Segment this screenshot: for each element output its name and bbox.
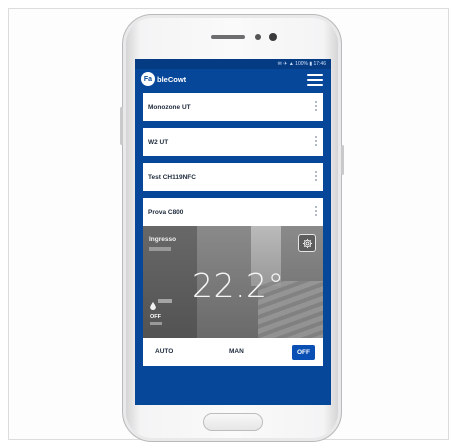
proximity-sensor: [255, 34, 261, 40]
mode-man-button[interactable]: MAN: [229, 348, 244, 355]
device-list: Monozone UT W2 UT Test CH119NFC: [135, 91, 331, 191]
kebab-menu-icon[interactable]: [315, 206, 317, 216]
power-button: [341, 145, 344, 175]
home-button[interactable]: [203, 413, 263, 431]
mode-selector: AUTO MAN OFF: [143, 338, 323, 366]
device-card-prova-expanded: Prova C800 Ingresso 22.2° OFF AUTO MAN O…: [143, 198, 323, 366]
device-label: W2 UT: [148, 138, 169, 146]
current-mode-label: OFF: [150, 314, 161, 320]
hamburger-menu-icon[interactable]: [307, 74, 323, 86]
device-label: Prova C800: [148, 208, 184, 216]
volume-button: [120, 107, 123, 145]
room-name: Ingresso: [149, 236, 177, 243]
front-camera: [269, 33, 277, 41]
kebab-menu-icon[interactable]: [315, 136, 317, 146]
settings-gear-icon[interactable]: [298, 234, 316, 252]
temperature-reading: 22.2°: [192, 266, 285, 305]
device-label: Monozone UT: [148, 103, 191, 111]
room-subtitle-placeholder: [149, 247, 171, 251]
humidity-drop-icon: [150, 297, 156, 315]
app-logo: Fa bleCowt: [141, 72, 186, 86]
mode-auto-button[interactable]: AUTO: [155, 348, 173, 355]
room-background-photo: Ingresso 22.2° OFF: [143, 226, 323, 338]
app-bar: Fa bleCowt: [135, 69, 331, 91]
speaker-grille: [211, 35, 245, 39]
mode-subtitle-placeholder: [150, 322, 162, 325]
kebab-menu-icon[interactable]: [315, 101, 317, 111]
phone-screen: ✉ ✈ ▲ 100% ▮ 17:46 Fa bleCowt Monozone U…: [135, 59, 331, 405]
device-card-monozone[interactable]: Monozone UT: [143, 93, 323, 121]
kebab-menu-icon[interactable]: [315, 171, 317, 181]
phone-mockup: ✉ ✈ ▲ 100% ▮ 17:46 Fa bleCowt Monozone U…: [120, 14, 344, 442]
logo-badge: Fa: [141, 72, 155, 86]
status-bar: ✉ ✈ ▲ 100% ▮ 17:46: [135, 59, 331, 69]
humidity-value-placeholder: [158, 299, 172, 303]
mode-off-button[interactable]: OFF: [292, 345, 315, 360]
device-card-w2[interactable]: W2 UT: [143, 128, 323, 156]
device-card-prova-header[interactable]: Prova C800: [143, 198, 323, 226]
device-card-test[interactable]: Test CH119NFC: [143, 163, 323, 191]
logo-text: bleCowt: [157, 74, 187, 84]
device-label: Test CH119NFC: [148, 173, 196, 181]
